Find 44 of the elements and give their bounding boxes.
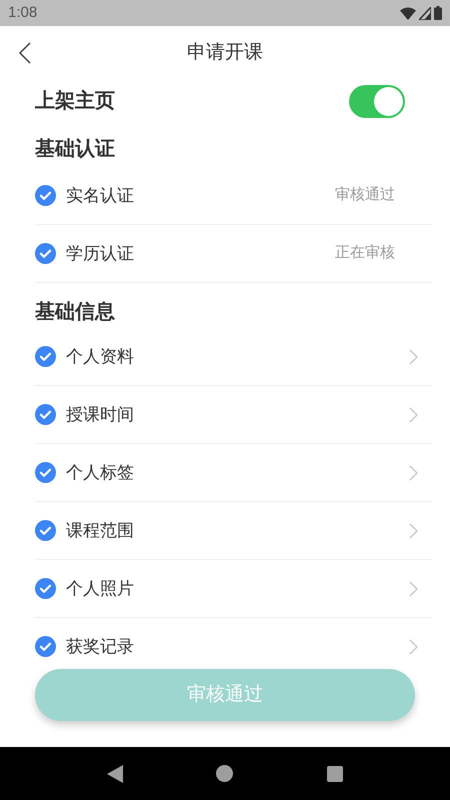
row-label: 实名认证 bbox=[66, 184, 135, 207]
row-label: 获奖记录 bbox=[66, 636, 135, 658]
row-label: 个人资料 bbox=[66, 346, 135, 368]
status-text: 审核通过 bbox=[335, 185, 395, 206]
check-icon[interactable] bbox=[35, 185, 56, 206]
list-row[interactable]: 学历认证 正在审核 bbox=[35, 225, 432, 283]
battery-icon bbox=[434, 6, 442, 20]
list-row[interactable]: 个人标签 bbox=[35, 444, 432, 502]
status-text: 正在审核 bbox=[335, 243, 395, 264]
section-title: 基础认证 bbox=[35, 137, 115, 162]
home-circle-icon[interactable] bbox=[216, 765, 234, 782]
chevron-right-icon bbox=[409, 638, 418, 654]
row-label: 个人照片 bbox=[66, 578, 135, 600]
row-label: 课程范围 bbox=[66, 520, 135, 542]
check-icon[interactable] bbox=[35, 462, 56, 483]
row-label: 学历认证 bbox=[66, 242, 135, 265]
check-icon[interactable] bbox=[35, 243, 56, 264]
check-icon[interactable] bbox=[35, 404, 56, 425]
chevron-right-icon bbox=[409, 348, 418, 364]
recents-square-icon[interactable] bbox=[327, 766, 344, 782]
check-icon[interactable] bbox=[35, 346, 56, 367]
list-row[interactable]: 实名认证 审核通过 bbox=[35, 167, 432, 225]
list-row[interactable]: 个人照片 bbox=[35, 560, 432, 618]
status-time: 1:08 bbox=[8, 2, 38, 23]
list-row[interactable]: 授课时间 bbox=[35, 386, 432, 444]
chevron-right-icon bbox=[409, 464, 418, 480]
row-label: 个人标签 bbox=[66, 462, 135, 484]
check-icon[interactable] bbox=[35, 636, 56, 657]
page-title: 申请开课 bbox=[187, 40, 263, 65]
chevron-right-icon bbox=[409, 406, 418, 422]
chevron-right-icon bbox=[409, 580, 418, 596]
chevron-right-icon bbox=[409, 522, 418, 538]
section-title: 基础信息 bbox=[35, 300, 115, 325]
wifi-icon bbox=[400, 6, 416, 20]
list-row[interactable]: 个人资料 bbox=[35, 328, 432, 386]
toggle-label: 上架主页 bbox=[35, 88, 115, 114]
row-label: 授课时间 bbox=[66, 404, 135, 426]
back-icon[interactable] bbox=[18, 42, 32, 64]
list-row[interactable]: 课程范围 bbox=[35, 502, 432, 560]
toggle-switch[interactable] bbox=[349, 84, 405, 118]
check-icon[interactable] bbox=[35, 520, 56, 541]
back-triangle-icon[interactable] bbox=[106, 764, 123, 782]
signal-icon bbox=[419, 6, 431, 20]
check-icon[interactable] bbox=[35, 578, 56, 599]
